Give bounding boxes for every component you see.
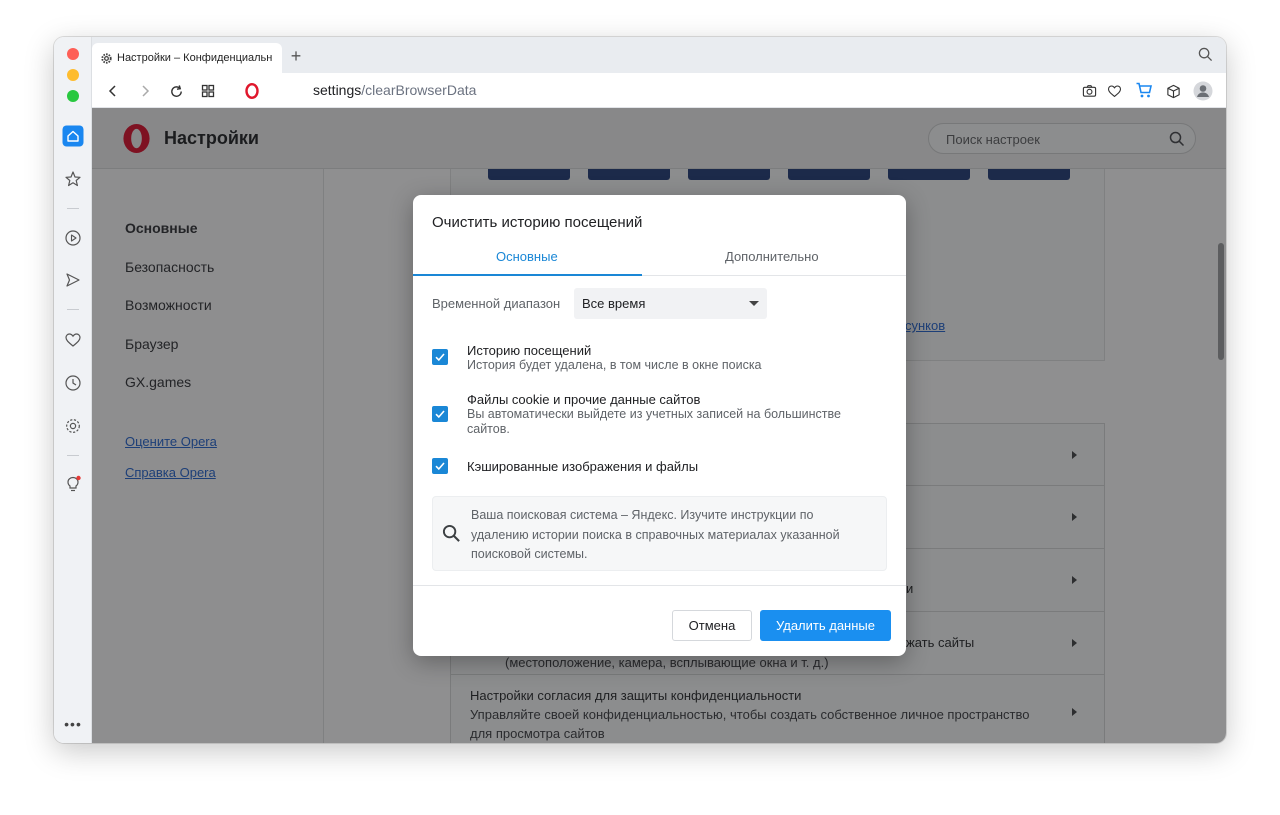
page-scrollbar[interactable] (1218, 243, 1224, 360)
cookies-option-description: Вы автоматически выйдете из учетных запи… (467, 407, 841, 436)
search-engine-info: Ваша поисковая система – Яндекс. Изучите… (432, 496, 887, 571)
active-tab-indicator (413, 274, 642, 276)
cube-icon[interactable] (1164, 82, 1182, 100)
cookies-checkbox[interactable] (432, 406, 448, 422)
nav-item-security[interactable]: Безопасность (125, 259, 214, 275)
cookies-option-title: Файлы cookie и прочие данные сайтов (467, 392, 701, 407)
dialog-divider (413, 585, 906, 586)
clear-browsing-data-dialog: Очистить историю посещений Основные Допо… (413, 195, 906, 656)
settings-nav: Основные Безопасность Возможности Браузе… (92, 169, 324, 743)
shopping-cart-icon[interactable] (1135, 81, 1153, 99)
avatar[interactable] (1192, 80, 1214, 102)
nav-item-basic[interactable]: Основные (125, 220, 198, 236)
forward-button[interactable] (136, 82, 154, 100)
checkmark-icon (435, 410, 445, 419)
zoom-window-button[interactable] (67, 90, 79, 102)
settings-header: Настройки Поиск настроек (92, 108, 1226, 169)
player-icon[interactable] (62, 227, 84, 249)
opera-help-link[interactable]: Справка Opera (125, 465, 216, 480)
history-checkbox[interactable] (432, 349, 448, 365)
cancel-button[interactable]: Отмена (672, 610, 752, 641)
tab-settings[interactable]: Настройки – Конфиденциальн (92, 43, 282, 73)
tabs-grid-icon[interactable] (199, 82, 217, 100)
home-icon[interactable] (62, 125, 84, 147)
chevron-right-icon (1072, 451, 1077, 459)
back-button[interactable] (104, 82, 122, 100)
search-icon (1169, 131, 1185, 147)
search-icon (442, 524, 460, 542)
row-fragment: и (906, 581, 914, 596)
close-window-button[interactable] (67, 48, 79, 60)
wallpaper-thumbnail[interactable] (488, 169, 570, 180)
send-icon[interactable] (62, 269, 84, 291)
privacy-consent-row[interactable]: Настройки согласия для защиты конфиденци… (450, 675, 1105, 743)
url-field[interactable]: settings/clearBrowserData (313, 82, 476, 98)
new-tab-button[interactable]: + (288, 47, 304, 65)
opera-icon (243, 82, 261, 100)
chevron-right-icon (1072, 513, 1077, 521)
tab-strip: Настройки – Конфиденциальн + (92, 37, 1226, 73)
cache-option-title: Кэшированные изображения и файлы (467, 459, 699, 474)
url-host: settings (313, 82, 362, 98)
gear-icon (101, 52, 112, 64)
sidebar-divider (67, 208, 79, 209)
nav-item-gxgames[interactable]: GX.games (125, 374, 191, 390)
nav-item-features[interactable]: Возможности (125, 297, 212, 313)
gear-icon[interactable] (62, 415, 84, 437)
cache-checkbox[interactable] (432, 458, 448, 474)
chevron-right-icon (1072, 708, 1077, 716)
settings-search-input[interactable]: Поиск настроек (928, 123, 1196, 154)
bookmarks-star-icon[interactable] (62, 168, 84, 190)
row-subtitle: Управляйте своей конфиденциальностью, чт… (470, 707, 1030, 741)
wallpaper-link[interactable]: сунков (905, 318, 945, 333)
wallpaper-thumbnail[interactable] (688, 169, 770, 180)
history-option-title: Историю посещений (467, 343, 592, 358)
heart-icon[interactable] (1105, 82, 1123, 100)
reload-button[interactable] (167, 82, 185, 100)
sidebar-divider (67, 455, 79, 456)
minimize-window-button[interactable] (67, 69, 79, 81)
row-title: Настройки согласия для защиты конфиденци… (470, 688, 802, 703)
time-range-label: Временной диапазон (432, 296, 561, 311)
address-bar: settings/clearBrowserData (92, 73, 1226, 108)
row-title-fragment: жать сайты (906, 635, 975, 650)
wallpaper-thumbnail[interactable] (888, 169, 970, 180)
browser-sidebar: ••• (54, 37, 92, 743)
chevron-down-icon (749, 301, 759, 306)
search-engine-info-text: Ваша поисковая система – Яндекс. Изучите… (471, 508, 840, 561)
camera-icon[interactable] (1080, 82, 1098, 100)
history-option-description: История будет удалена, в том числе в окн… (467, 358, 762, 372)
chevron-right-icon (1072, 639, 1077, 647)
checkmark-icon (435, 353, 445, 362)
time-range-select[interactable]: Все время (574, 288, 767, 319)
search-placeholder: Поиск настроек (946, 132, 1040, 147)
dialog-tabs: Основные Дополнительно (413, 240, 906, 276)
delete-data-button[interactable]: Удалить данные (760, 610, 891, 641)
checkmark-icon (435, 462, 445, 471)
tab-basic[interactable]: Основные (496, 249, 558, 264)
dialog-title: Очистить историю посещений (432, 214, 643, 231)
tab-advanced[interactable]: Дополнительно (725, 249, 819, 264)
time-range-value: Все время (582, 296, 646, 311)
page-title: Настройки (164, 128, 259, 148)
more-icon[interactable]: ••• (62, 713, 84, 735)
chevron-right-icon (1072, 576, 1077, 584)
browser-window: ••• Настройки – Конфиденциальн + setting… (54, 37, 1226, 743)
opera-logo-icon (123, 123, 150, 154)
heart-icon[interactable] (62, 329, 84, 351)
sidebar-divider (67, 309, 79, 310)
url-path: /clearBrowserData (361, 82, 477, 98)
tab-search-icon[interactable] (1198, 47, 1214, 63)
wallpaper-thumbnail[interactable] (788, 169, 870, 180)
rate-opera-link[interactable]: Оцените Opera (125, 434, 217, 449)
wallpaper-thumbnail[interactable] (988, 169, 1070, 180)
tab-title: Настройки – Конфиденциальн (117, 52, 273, 64)
nav-item-browser[interactable]: Браузер (125, 336, 178, 352)
wallpaper-thumbnail[interactable] (588, 169, 670, 180)
lightbulb-icon[interactable] (62, 473, 84, 495)
history-clock-icon[interactable] (62, 372, 84, 394)
